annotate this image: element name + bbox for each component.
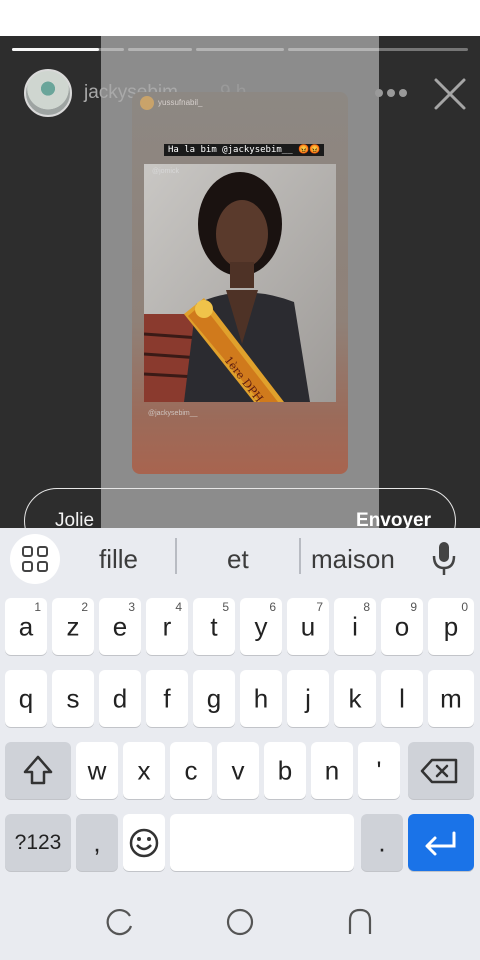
key-i[interactable]: 8i bbox=[334, 598, 376, 655]
system-nav-bar bbox=[0, 888, 480, 960]
suggestion-1[interactable]: fille bbox=[99, 544, 138, 575]
key-l[interactable]: l bbox=[381, 670, 423, 727]
key-g[interactable]: g bbox=[193, 670, 235, 727]
key-apostrophe[interactable]: ' bbox=[358, 742, 400, 799]
story-progress-segment-4 bbox=[288, 48, 468, 51]
shared-user-avatar bbox=[140, 96, 154, 110]
suggestion-divider bbox=[175, 538, 177, 574]
key-z[interactable]: 2z bbox=[52, 598, 94, 655]
enter-key[interactable] bbox=[408, 814, 474, 871]
key-p[interactable]: 0p bbox=[428, 598, 474, 655]
key-c[interactable]: c bbox=[170, 742, 212, 799]
story-progress-segment-1 bbox=[12, 48, 124, 51]
story-progress-segment-3 bbox=[196, 48, 284, 51]
story-photo: 1ère DPH CÔTE D'I @jomick bbox=[144, 164, 336, 402]
reply-input-text[interactable]: Jolie bbox=[55, 510, 94, 528]
reply-field[interactable]: Jolie Envoyer bbox=[24, 488, 456, 528]
photo-illustration: 1ère DPH CÔTE D'I bbox=[144, 164, 336, 402]
key-s[interactable]: s bbox=[52, 670, 94, 727]
status-bar bbox=[0, 0, 480, 36]
grid-icon bbox=[22, 546, 48, 572]
back-icon[interactable] bbox=[344, 906, 376, 938]
space-key[interactable] bbox=[170, 814, 354, 871]
photo-handle-top: @jomick bbox=[152, 168, 179, 175]
key-o[interactable]: 9o bbox=[381, 598, 423, 655]
shift-key[interactable] bbox=[5, 742, 71, 799]
suggestion-divider bbox=[299, 538, 301, 574]
key-b[interactable]: b bbox=[264, 742, 306, 799]
suggestion-3[interactable]: maison bbox=[311, 544, 395, 575]
key-x[interactable]: x bbox=[123, 742, 165, 799]
reshared-story-card[interactable]: yussufnabil_ Ha la bim @jackysebim__ 😡😡 bbox=[132, 92, 348, 474]
emoji-key[interactable] bbox=[123, 814, 165, 871]
more-icon[interactable] bbox=[374, 86, 408, 100]
suggestion-bar: fille et maison bbox=[0, 528, 480, 588]
story-viewer[interactable]: jackysebim__ 9 h yussufnabil_ Ha la bim … bbox=[0, 36, 480, 528]
backspace-key[interactable] bbox=[408, 742, 474, 799]
key-t[interactable]: 5t bbox=[193, 598, 235, 655]
key-w[interactable]: w bbox=[76, 742, 118, 799]
mic-icon[interactable] bbox=[428, 538, 460, 578]
key-period[interactable]: . bbox=[361, 814, 403, 871]
key-j[interactable]: j bbox=[287, 670, 329, 727]
story-caption: Ha la bim @jackysebim__ 😡😡 bbox=[164, 144, 325, 156]
key-h[interactable]: h bbox=[240, 670, 282, 727]
key-f[interactable]: f bbox=[146, 670, 188, 727]
send-button[interactable]: Envoyer bbox=[356, 510, 431, 528]
backspace-icon bbox=[420, 758, 458, 784]
key-u[interactable]: 7u bbox=[287, 598, 329, 655]
key-e[interactable]: 3e bbox=[99, 598, 141, 655]
keyboard: fille et maison 1a 2z 3e 4r 5t 6y 7u 8i … bbox=[0, 528, 480, 960]
enter-icon bbox=[425, 831, 456, 856]
symbols-key[interactable]: ?123 bbox=[5, 814, 71, 871]
shared-username: yussufnabil_ bbox=[158, 98, 203, 107]
keyboard-menu-button[interactable] bbox=[10, 534, 60, 584]
close-icon[interactable] bbox=[432, 76, 468, 112]
story-progress-segment-2 bbox=[128, 48, 192, 51]
home-icon[interactable] bbox=[224, 906, 256, 938]
photo-handle-bottom: @jackysebim__ bbox=[148, 410, 198, 417]
key-q[interactable]: q bbox=[5, 670, 47, 727]
key-d[interactable]: d bbox=[99, 670, 141, 727]
suggestion-2[interactable]: et bbox=[227, 544, 249, 575]
recents-icon[interactable] bbox=[104, 906, 136, 938]
shift-icon bbox=[23, 755, 53, 785]
avatar[interactable] bbox=[24, 69, 72, 117]
key-comma[interactable]: , bbox=[76, 814, 118, 871]
emoji-icon bbox=[129, 828, 159, 858]
key-k[interactable]: k bbox=[334, 670, 376, 727]
key-n[interactable]: n bbox=[311, 742, 353, 799]
key-v[interactable]: v bbox=[217, 742, 259, 799]
key-m[interactable]: m bbox=[428, 670, 474, 727]
key-y[interactable]: 6y bbox=[240, 598, 282, 655]
key-r[interactable]: 4r bbox=[146, 598, 188, 655]
key-a[interactable]: 1a bbox=[5, 598, 47, 655]
